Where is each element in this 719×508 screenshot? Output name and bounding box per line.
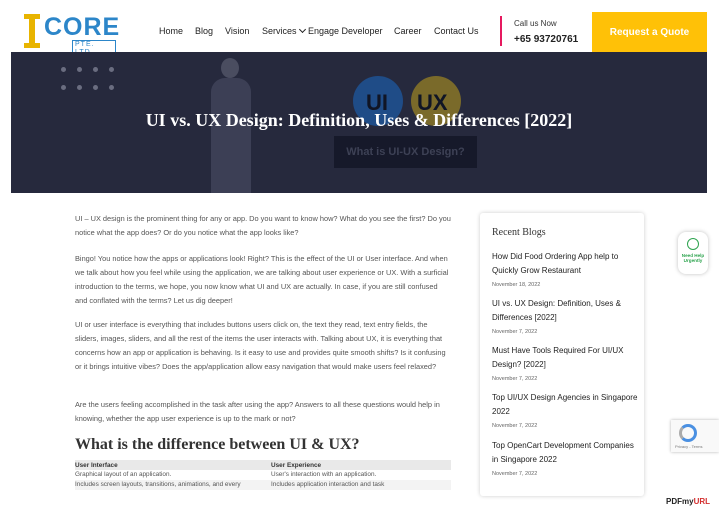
nav-home[interactable]: Home [159, 26, 183, 36]
recent-blog-date: November 7, 2022 [492, 423, 538, 429]
recent-blog-date: November 7, 2022 [492, 376, 538, 382]
request-quote-button[interactable]: Request a Quote [592, 12, 707, 52]
nav-vision[interactable]: Vision [225, 26, 249, 36]
recent-blog-link[interactable]: Top UI/UX Design Agencies in Singapore 2… [492, 391, 638, 419]
pdfmyurl-watermark: PDFmyURL [666, 497, 710, 506]
list-item: Top UI/UX Design Agencies in Singapore 2… [492, 391, 638, 429]
table-header-ui: User Interface [75, 460, 271, 470]
hero-badge: What is UI-UX Design? [334, 136, 477, 168]
sidebar-title: Recent Blogs [492, 227, 546, 238]
recent-blog-date: November 7, 2022 [492, 329, 538, 335]
recent-blogs-sidebar: Recent Blogs How Did Food Ordering App h… [480, 213, 644, 496]
recent-blog-date: November 7, 2022 [492, 471, 538, 477]
list-item: UI vs. UX Design: Definition, Uses & Dif… [492, 297, 638, 335]
hero-banner: UI UX UI vs. UX Design: Definition, Uses… [11, 52, 707, 193]
table-row: Graphical layout of an application. User… [75, 470, 451, 480]
logo[interactable]: CORE PTE. LTD. [24, 14, 119, 58]
list-item: Top OpenCart Development Companies in Si… [492, 439, 638, 477]
nav-career[interactable]: Career [394, 26, 422, 36]
recent-blog-date: November 18, 2022 [492, 282, 541, 288]
comparison-table: User Interface User Experience Graphical… [75, 460, 451, 490]
whatsapp-help-button[interactable]: Need Help Urgently [678, 232, 708, 274]
table-cell: Includes application interaction and tas… [271, 480, 451, 490]
section-heading: What is the difference between UI & UX? [75, 436, 360, 453]
table-cell: Graphical layout of an application. [75, 471, 172, 478]
recaptcha-icon [679, 424, 697, 442]
article-paragraph: UI – UX design is the prominent thing fo… [75, 214, 451, 237]
recaptcha-text: Privacy - Terms [675, 444, 703, 449]
whatsapp-help-text: Need Help Urgently [681, 253, 705, 263]
table-header-row: User Interface User Experience [75, 460, 451, 470]
recent-blog-link[interactable]: How Did Food Ordering App help to Quickl… [492, 250, 638, 278]
site-header: CORE PTE. LTD. Home Blog Vision Services… [0, 0, 719, 60]
pdf-left: PDFmy [666, 497, 694, 506]
pdf-right: URL [693, 497, 711, 506]
logo-i-mark [24, 14, 40, 48]
list-item: How Did Food Ordering App help to Quickl… [492, 250, 638, 288]
nav-contact-us[interactable]: Contact Us [434, 26, 479, 36]
article-paragraph: Bingo! You notice how the apps or applic… [75, 254, 449, 305]
recent-blog-link[interactable]: Top OpenCart Development Companies in Si… [492, 439, 638, 467]
article-paragraph: Are the users feeling accomplished in th… [75, 400, 440, 423]
page-title: UI vs. UX Design: Definition, Uses & Dif… [145, 110, 573, 130]
call-number[interactable]: +65 93720761 [514, 34, 578, 45]
recaptcha-badge[interactable]: Privacy - Terms [671, 420, 719, 452]
recent-blog-link[interactable]: Must Have Tools Required For UI/UX Desig… [492, 344, 638, 372]
call-label: Call us Now [514, 19, 557, 28]
table-row: Includes screen layouts, transitions, an… [75, 480, 451, 490]
table-cell: Includes screen layouts, transitions, an… [75, 480, 271, 490]
list-item: Must Have Tools Required For UI/UX Desig… [492, 344, 638, 382]
nav-engage-developer[interactable]: Engage Developer [308, 26, 383, 36]
call-divider [500, 16, 502, 46]
chevron-down-icon [298, 25, 306, 34]
table-cell: User's interaction with an application. [271, 471, 377, 478]
logo-word: CORE [44, 13, 121, 41]
table-header-ux: User Experience [271, 460, 451, 470]
nav-services[interactable]: Services [262, 25, 306, 36]
article-paragraph: UI or user interface is everything that … [75, 320, 446, 371]
whatsapp-icon [687, 238, 699, 250]
nav-blog[interactable]: Blog [195, 26, 213, 36]
recent-blog-link[interactable]: UI vs. UX Design: Definition, Uses & Dif… [492, 297, 638, 325]
nav-services-label: Services [262, 26, 297, 36]
